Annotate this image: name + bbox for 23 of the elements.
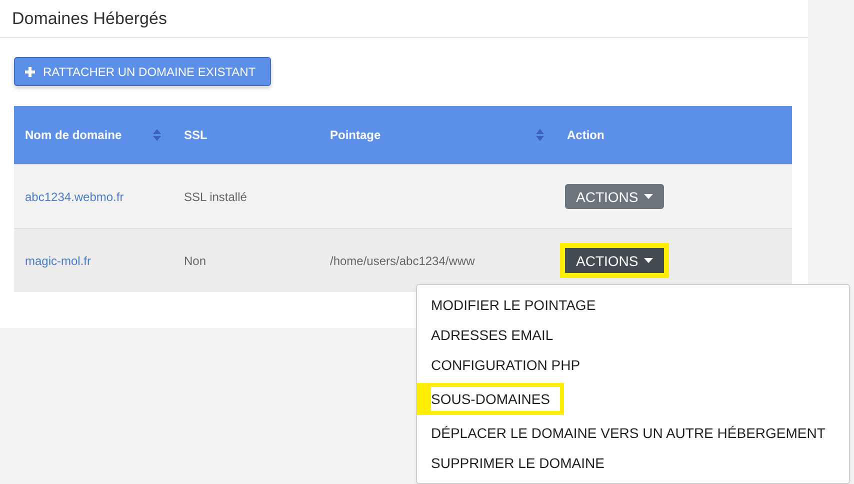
menu-item[interactable]: CONFIGURATION PHP — [431, 357, 580, 373]
sort-icon[interactable] — [536, 129, 544, 141]
column-header: Pointage — [330, 128, 381, 142]
menu-item[interactable]: ADRESSES EMAIL — [431, 327, 554, 343]
sort-icon[interactable] — [153, 129, 161, 141]
plus-icon — [25, 66, 35, 76]
column-header: SSL — [184, 128, 208, 142]
caret-icon — [644, 258, 654, 263]
caret-icon — [644, 194, 654, 199]
ssl-status: Non — [184, 254, 206, 268]
actions-button[interactable]: ACTIONS — [565, 184, 664, 209]
menu-item[interactable]: DÉPLACER LE DOMAINE VERS UN AUTRE HÉBERGEMENT — [431, 425, 826, 441]
column-header: Nom de domaine — [25, 128, 122, 142]
menu-item[interactable]: SOUS-DOMAINES — [431, 391, 550, 407]
ssl-status: SSL installé — [184, 190, 247, 204]
panel-title: Domaines Hébergés — [12, 8, 167, 28]
menu-item[interactable]: MODIFIER LE POINTAGE — [431, 297, 596, 313]
menu-item[interactable]: SUPPRIMER LE DOMAINE — [431, 455, 604, 471]
column-header: Action — [567, 128, 604, 142]
domain-link[interactable]: magic-mol.fr — [25, 254, 92, 268]
domain-link[interactable]: abc1234.webmo.fr — [25, 190, 124, 204]
pointage-path: /home/users/abc1234/www — [330, 254, 475, 268]
actions-button[interactable]: ACTIONS — [565, 248, 664, 273]
